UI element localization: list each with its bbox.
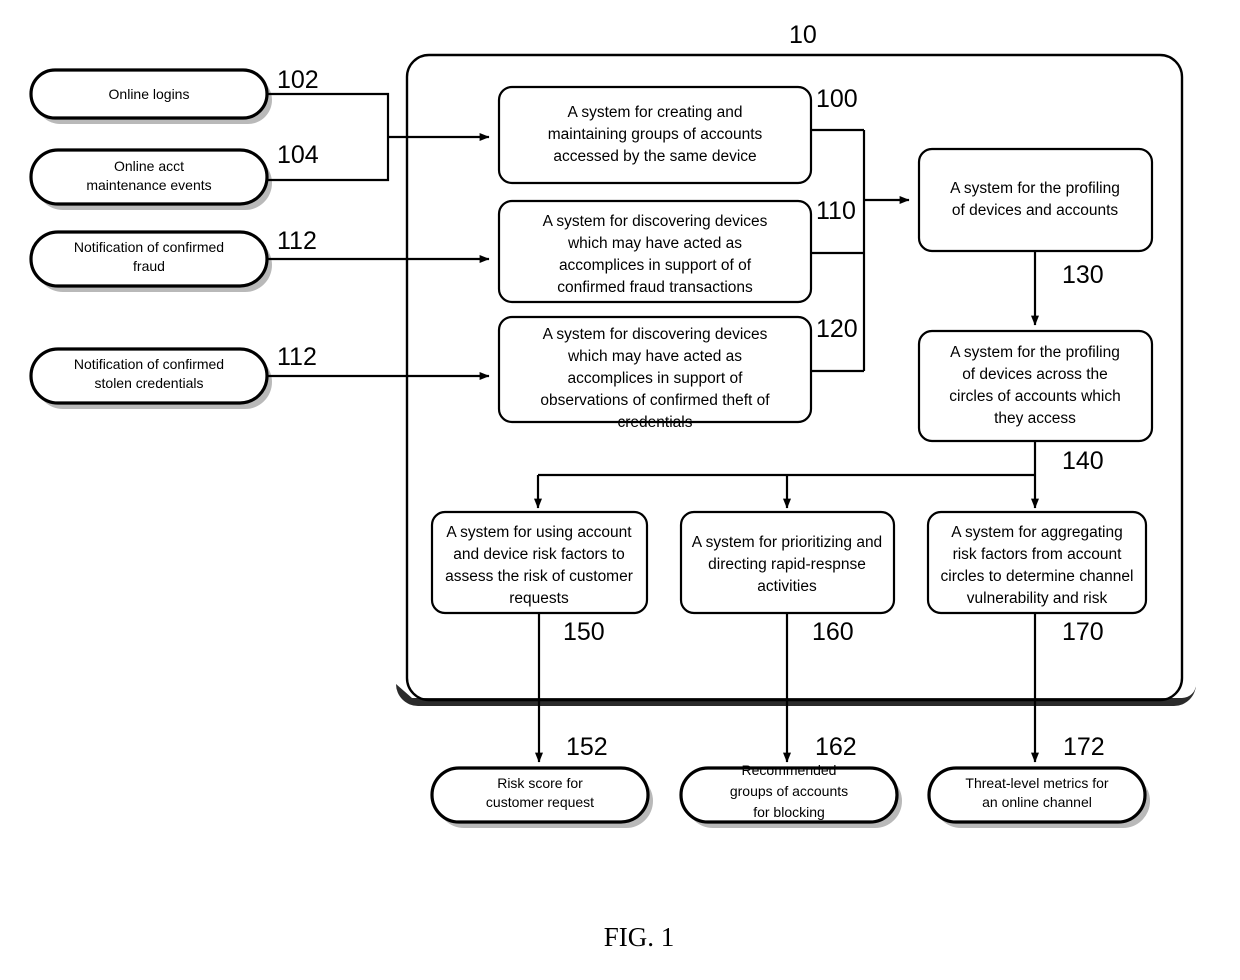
process-label-110-line4: confirmed fraud transactions (557, 279, 753, 296)
input-node-104: Online acct maintenance events (29, 148, 272, 210)
process-label-150-line3: assess the risk of customer (445, 568, 633, 585)
process-label-140-line2: of devices across the (962, 366, 1108, 383)
process-label-150-line2: and device risk factors to (453, 546, 624, 563)
ref-label-120: 120 (816, 315, 858, 343)
process-label-120-line2: which may have acted as (567, 348, 742, 365)
process-box-170: A system for aggregating risk factors fr… (926, 510, 1148, 615)
output-label-162-line1: Recommended (742, 762, 837, 778)
output-label-162-line2: groups of accounts (730, 783, 848, 799)
process-label-110-line2: which may have acted as (567, 235, 742, 252)
process-box-160: A system for prioritizing and directing … (679, 510, 896, 615)
process-label-150-line1: A system for using account (446, 524, 632, 541)
ref-label-130: 130 (1062, 261, 1104, 289)
process-box-120: A system for discovering devices which m… (497, 315, 813, 431)
input-label-112-line2: fraud (133, 258, 165, 274)
process-label-130-line2: of devices and accounts (952, 202, 1119, 219)
process-box-150: A system for using account and device ri… (430, 510, 649, 615)
process-label-100-line1: A system for creating and (568, 104, 743, 121)
ref-label-104: 104 (277, 141, 319, 169)
ref-label-110: 110 (816, 197, 856, 225)
process-label-120-line4: observations of confirmed theft of (540, 392, 770, 409)
patent-figure: 10 Online logins 102 Online acct mainten… (0, 0, 1240, 980)
output-label-162-line3: for blocking (753, 804, 825, 820)
output-label-172-line2: an online channel (982, 794, 1092, 810)
process-label-160-line1: A system for prioritizing and (692, 534, 882, 551)
output-node-172: Threat-level metrics for an online chann… (927, 766, 1150, 828)
process-label-140-line4: they access (994, 410, 1076, 427)
output-node-152: Risk score for customer request (430, 766, 653, 828)
system-architecture-diagram: 10 Online logins 102 Online acct mainten… (29, 21, 1196, 952)
ref-label-160: 160 (812, 618, 854, 646)
process-box-130: A system for the profiling of devices an… (917, 147, 1154, 253)
process-label-110-line3: accomplices in support of of (559, 257, 752, 274)
process-box-100: A system for creating and maintaining gr… (497, 85, 813, 185)
outer-container-shadow (396, 684, 1196, 706)
process-label-160-line2: directing rapid-respnse (708, 556, 866, 573)
input-node-102: Online logins (29, 68, 272, 124)
input-node-112-credentials: Notification of confirmed stolen credent… (29, 347, 272, 409)
figure-caption: FIG. 1 (604, 922, 675, 952)
input-label-104-line1: Online acct (114, 158, 184, 174)
input-label-112b-line1: Notification of confirmed (74, 356, 224, 372)
input-label-102: Online logins (109, 86, 190, 102)
input-node-112-fraud: Notification of confirmed fraud (29, 230, 272, 292)
ref-label-10: 10 (789, 21, 817, 49)
process-label-120-line1: A system for discovering devices (543, 326, 768, 343)
process-label-100-line3: accessed by the same device (553, 148, 756, 165)
ref-label-100: 100 (816, 85, 858, 113)
process-box-140: A system for the profiling of devices ac… (917, 329, 1154, 443)
process-label-110-line1: A system for discovering devices (543, 213, 768, 230)
input-label-112-line1: Notification of confirmed (74, 239, 224, 255)
output-label-152-line2: customer request (486, 794, 594, 810)
output-label-152-line1: Risk score for (497, 775, 583, 791)
process-label-100-line2: maintaining groups of accounts (548, 126, 763, 143)
process-label-140-line1: A system for the profiling (950, 344, 1120, 361)
process-label-160-line3: activities (757, 578, 817, 595)
ref-label-112-fraud: 112 (277, 227, 317, 255)
process-label-170-line4: vulnerability and risk (967, 590, 1108, 607)
ref-label-112-credentials: 112 (277, 343, 317, 371)
box-shape (917, 147, 1154, 253)
process-label-170-line2: risk factors from account (953, 546, 1123, 563)
output-node-162: Recommended groups of accounts for block… (679, 762, 902, 828)
process-label-150-line4: requests (509, 590, 569, 607)
process-box-110: A system for discovering devices which m… (497, 199, 813, 304)
ref-label-162: 162 (815, 733, 857, 761)
process-label-130-line1: A system for the profiling (950, 180, 1120, 197)
process-label-170-line1: A system for aggregating (951, 524, 1122, 541)
ref-label-102: 102 (277, 66, 319, 94)
process-label-170-line3: circles to determine channel (941, 568, 1134, 585)
ref-label-150: 150 (563, 618, 605, 646)
process-label-140-line3: circles of accounts which (949, 388, 1120, 405)
process-label-120-line5: credentials (618, 414, 693, 431)
ref-label-140: 140 (1062, 447, 1104, 475)
input-label-112b-line2: stolen credentials (95, 375, 204, 391)
output-label-172-line1: Threat-level metrics for (965, 775, 1108, 791)
input-label-104-line2: maintenance events (86, 177, 211, 193)
ref-label-152: 152 (566, 733, 608, 761)
process-label-120-line3: accomplices in support of (568, 370, 744, 387)
ref-label-172: 172 (1063, 733, 1105, 761)
ref-label-170: 170 (1062, 618, 1104, 646)
